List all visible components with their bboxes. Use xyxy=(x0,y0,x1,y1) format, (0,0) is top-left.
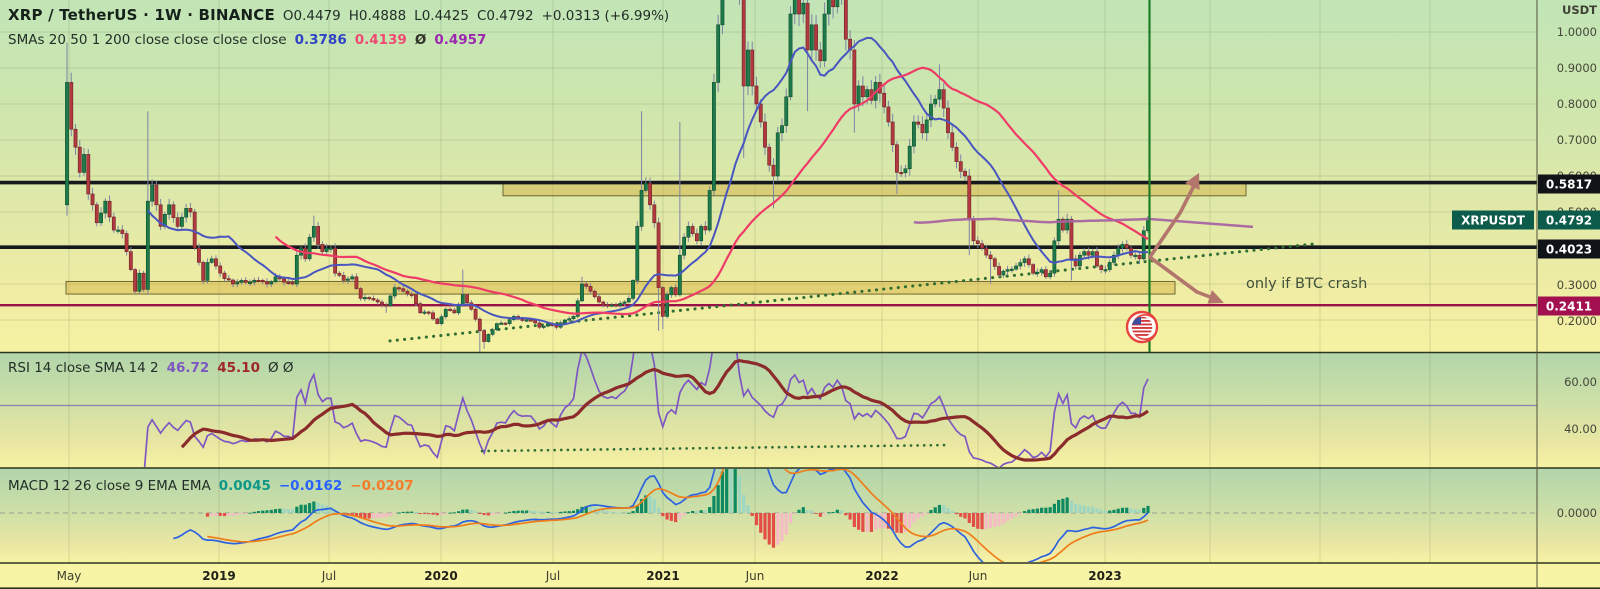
price-level-tag: 0.5817 xyxy=(1538,174,1600,194)
axis-tick-label: 0.3000 xyxy=(1556,278,1597,292)
time-tick-label: 2019 xyxy=(202,569,236,583)
ohlc-open: O0.4479 xyxy=(282,8,341,24)
sma20-value: 0.3786 xyxy=(294,32,347,48)
rsi-label: RSI 14 close SMA 14 2 xyxy=(8,360,159,376)
time-tick-label: 2022 xyxy=(865,569,899,583)
macd-line-value: −0.0162 xyxy=(278,478,343,494)
axis-tick-label: 60.00 xyxy=(1564,375,1597,389)
axis-currency-label: USDT xyxy=(1561,3,1597,17)
chart-canvas[interactable] xyxy=(0,0,1600,589)
ohlc-low: L0.4425 xyxy=(414,8,469,24)
macd-signal-value: −0.0207 xyxy=(350,478,414,494)
sma1-hidden-value: Ø xyxy=(414,32,427,48)
time-tick-label: Jul xyxy=(545,569,561,583)
time-tick-label: 2020 xyxy=(424,569,458,583)
price-level-tag: 0.4023 xyxy=(1538,239,1600,259)
btc-crash-annotation[interactable]: only if BTC crash xyxy=(1246,276,1367,292)
trading-chart-app: XRP / TetherUS · 1W · BINANCE O0.4479 H0… xyxy=(0,0,1600,589)
macd-hist-value: 0.0045 xyxy=(218,478,271,494)
rsi-legend[interactable]: RSI 14 close SMA 14 2 46.72 45.10 Ø Ø xyxy=(8,360,294,376)
ohlc-close: C0.4792 xyxy=(476,8,534,24)
rsi-value: 46.72 xyxy=(166,360,210,376)
change-value: +0.0313 (+6.99%) xyxy=(541,8,670,24)
sma50-value: 0.4139 xyxy=(354,32,407,48)
price-level-tag: 0.2411 xyxy=(1538,296,1600,316)
time-tick-label: May xyxy=(56,569,82,583)
axis-tick-label: 0.7000 xyxy=(1556,133,1597,147)
axis-tick-label: 0.2000 xyxy=(1556,314,1597,328)
ohlc-high: H0.4888 xyxy=(348,8,407,24)
axis-tick-label: 0.8000 xyxy=(1556,97,1597,111)
time-tick-label: 2021 xyxy=(646,569,680,583)
sma-label: SMAs 20 50 1 200 close close close close xyxy=(8,32,287,48)
us-flag-event-icon[interactable] xyxy=(1125,310,1159,344)
sma200-value: 0.4957 xyxy=(434,32,487,48)
axis-tick-label: 0.9000 xyxy=(1556,61,1597,75)
time-tick-label: 2023 xyxy=(1088,569,1122,583)
axis-tick-label: 1.0000 xyxy=(1556,25,1597,39)
axis-tick-label: 0.0000 xyxy=(1556,506,1597,520)
symbol-price-tag: XRPUSDT xyxy=(1452,210,1534,230)
time-tick-label: Jun xyxy=(745,569,765,583)
rsi-sma-value: 45.10 xyxy=(217,360,260,376)
axis-tick-label: 40.00 xyxy=(1564,422,1597,436)
symbol-legend[interactable]: XRP / TetherUS · 1W · BINANCE O0.4479 H0… xyxy=(8,6,669,24)
macd-legend[interactable]: MACD 12 26 close 9 EMA EMA 0.0045 −0.016… xyxy=(8,478,414,494)
symbol-title: XRP / TetherUS · 1W · BINANCE xyxy=(8,6,275,24)
time-tick-label: Jun xyxy=(968,569,988,583)
macd-label: MACD 12 26 close 9 EMA EMA xyxy=(8,478,211,494)
time-tick-label: Jul xyxy=(321,569,337,583)
rsi-hidden-values: Ø Ø xyxy=(267,360,294,376)
sma-legend[interactable]: SMAs 20 50 1 200 close close close close… xyxy=(8,32,486,48)
price-level-tag: 0.4792 xyxy=(1538,210,1600,230)
